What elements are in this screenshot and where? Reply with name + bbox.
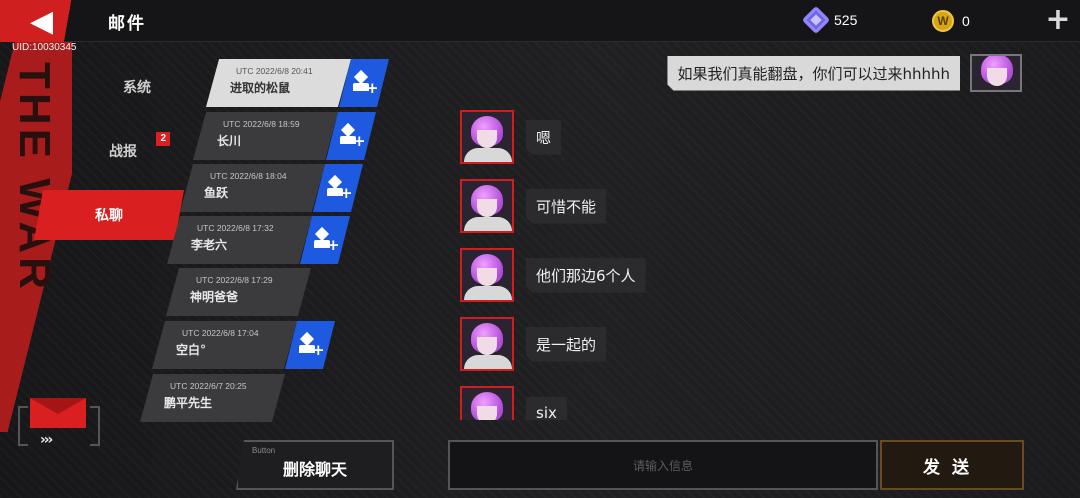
chat-area[interactable]: 如果我们真能翻盘，你们可以过来hhhhh 嗯 可惜不能 他们那边6个人 是一起的… bbox=[440, 48, 1080, 420]
contact-avatar[interactable] bbox=[460, 386, 514, 420]
page-title: 邮件 bbox=[108, 14, 146, 34]
coin-icon: W bbox=[932, 10, 954, 32]
my-avatar bbox=[970, 54, 1022, 92]
add-friend-icon: + bbox=[352, 69, 379, 96]
contact-time: UTC 2022/6/8 17:32 bbox=[197, 223, 274, 233]
contact-avatar[interactable] bbox=[460, 248, 514, 302]
message-bubble: six bbox=[526, 397, 567, 420]
button-caption: Button bbox=[252, 446, 276, 455]
mail-button[interactable]: ››› bbox=[18, 398, 100, 450]
user-id: UID:10030345 bbox=[12, 42, 77, 53]
add-friend-icon: + bbox=[298, 331, 325, 358]
contact-name: 鹏平先生 bbox=[164, 396, 213, 410]
add-friend-icon: + bbox=[339, 122, 366, 149]
category-label: 私聊 bbox=[95, 208, 123, 224]
coin-resource: W 0 bbox=[932, 10, 970, 32]
delete-chat-button[interactable]: Button 删除聊天 bbox=[236, 440, 394, 490]
contact-item[interactable]: UTC 2022/6/8 18:59 长川 + bbox=[193, 112, 376, 160]
message-bubble: 可惜不能 bbox=[526, 189, 606, 224]
contact-avatar[interactable] bbox=[460, 317, 514, 371]
contact-name: 长川 bbox=[217, 134, 242, 148]
contact-time: UTC 2022/6/8 20:41 bbox=[236, 66, 313, 76]
message-bubble: 是一起的 bbox=[526, 327, 606, 362]
send-button[interactable]: 发送 bbox=[880, 440, 1024, 490]
contact-avatar[interactable] bbox=[460, 179, 514, 233]
category-system[interactable]: 系统 bbox=[62, 62, 212, 112]
message-other: 嗯 bbox=[460, 110, 561, 164]
send-label: 发送 bbox=[923, 457, 981, 478]
message-input-placeholder: 请输入信息 bbox=[632, 458, 693, 473]
contact-name: 空白° bbox=[176, 343, 207, 357]
message-bubble: 嗯 bbox=[526, 120, 561, 155]
category-battle-report[interactable]: 战报 2 bbox=[48, 126, 198, 176]
contact-item[interactable]: UTC 2022/6/8 17:04 空白° + bbox=[152, 321, 335, 369]
delete-chat-label: 删除聊天 bbox=[282, 460, 347, 479]
back-button[interactable]: ◀ bbox=[0, 0, 84, 42]
gem-icon bbox=[801, 5, 831, 35]
contact-item[interactable]: UTC 2022/6/8 17:32 李老六 + bbox=[167, 216, 350, 264]
contact-item[interactable]: UTC 2022/6/7 20:25 鹏平先生 bbox=[140, 374, 285, 422]
message-bubble: 如果我们真能翻盘，你们可以过来hhhhh bbox=[667, 56, 960, 91]
message-bubble: 他们那边6个人 bbox=[526, 258, 646, 293]
back-arrow-icon: ◀ bbox=[30, 4, 54, 39]
chevron-right-icon: ››› bbox=[40, 432, 53, 448]
contact-time: UTC 2022/6/8 18:04 bbox=[210, 171, 287, 181]
contact-time: UTC 2022/6/8 17:29 bbox=[196, 275, 273, 285]
contact-name: 李老六 bbox=[191, 238, 228, 252]
contact-time: UTC 2022/6/8 18:59 bbox=[223, 119, 300, 129]
category-label: 系统 bbox=[123, 80, 151, 96]
message-other: 是一起的 bbox=[460, 317, 606, 371]
add-friend-icon: + bbox=[313, 226, 340, 253]
top-bar: ◀ 邮件 525 W 0 + bbox=[0, 0, 1080, 42]
contact-time: UTC 2022/6/7 20:25 bbox=[170, 381, 247, 391]
plus-icon[interactable]: + bbox=[1045, 5, 1071, 35]
contact-item[interactable]: UTC 2022/6/8 17:29 神明爸爸 bbox=[166, 268, 311, 316]
contact-name: 鱼跃 bbox=[204, 186, 229, 200]
coin-count: 0 bbox=[962, 13, 970, 29]
envelope-icon bbox=[30, 398, 86, 428]
message-other: 可惜不能 bbox=[460, 179, 606, 233]
contact-item[interactable]: UTC 2022/6/8 20:41 进取的松鼠 + bbox=[206, 59, 389, 107]
gem-resource: 525 bbox=[801, 5, 858, 35]
contact-time: UTC 2022/6/8 17:04 bbox=[182, 328, 259, 338]
message-other: six bbox=[460, 386, 567, 420]
message-other: 他们那边6个人 bbox=[460, 248, 646, 302]
category-label: 战报 bbox=[109, 144, 137, 160]
unread-badge: 2 bbox=[156, 132, 170, 146]
contact-name: 进取的松鼠 bbox=[230, 81, 291, 95]
contact-name: 神明爸爸 bbox=[190, 290, 239, 304]
contact-avatar[interactable] bbox=[460, 110, 514, 164]
contact-item[interactable]: UTC 2022/6/8 18:04 鱼跃 + bbox=[180, 164, 363, 212]
category-private-chat[interactable]: 私聊 bbox=[34, 190, 184, 240]
message-input[interactable]: 请输入信息 bbox=[448, 440, 878, 490]
gem-count: 525 bbox=[834, 12, 858, 28]
add-friend-icon: + bbox=[326, 174, 353, 201]
message-mine: 如果我们真能翻盘，你们可以过来hhhhh bbox=[667, 54, 1022, 92]
